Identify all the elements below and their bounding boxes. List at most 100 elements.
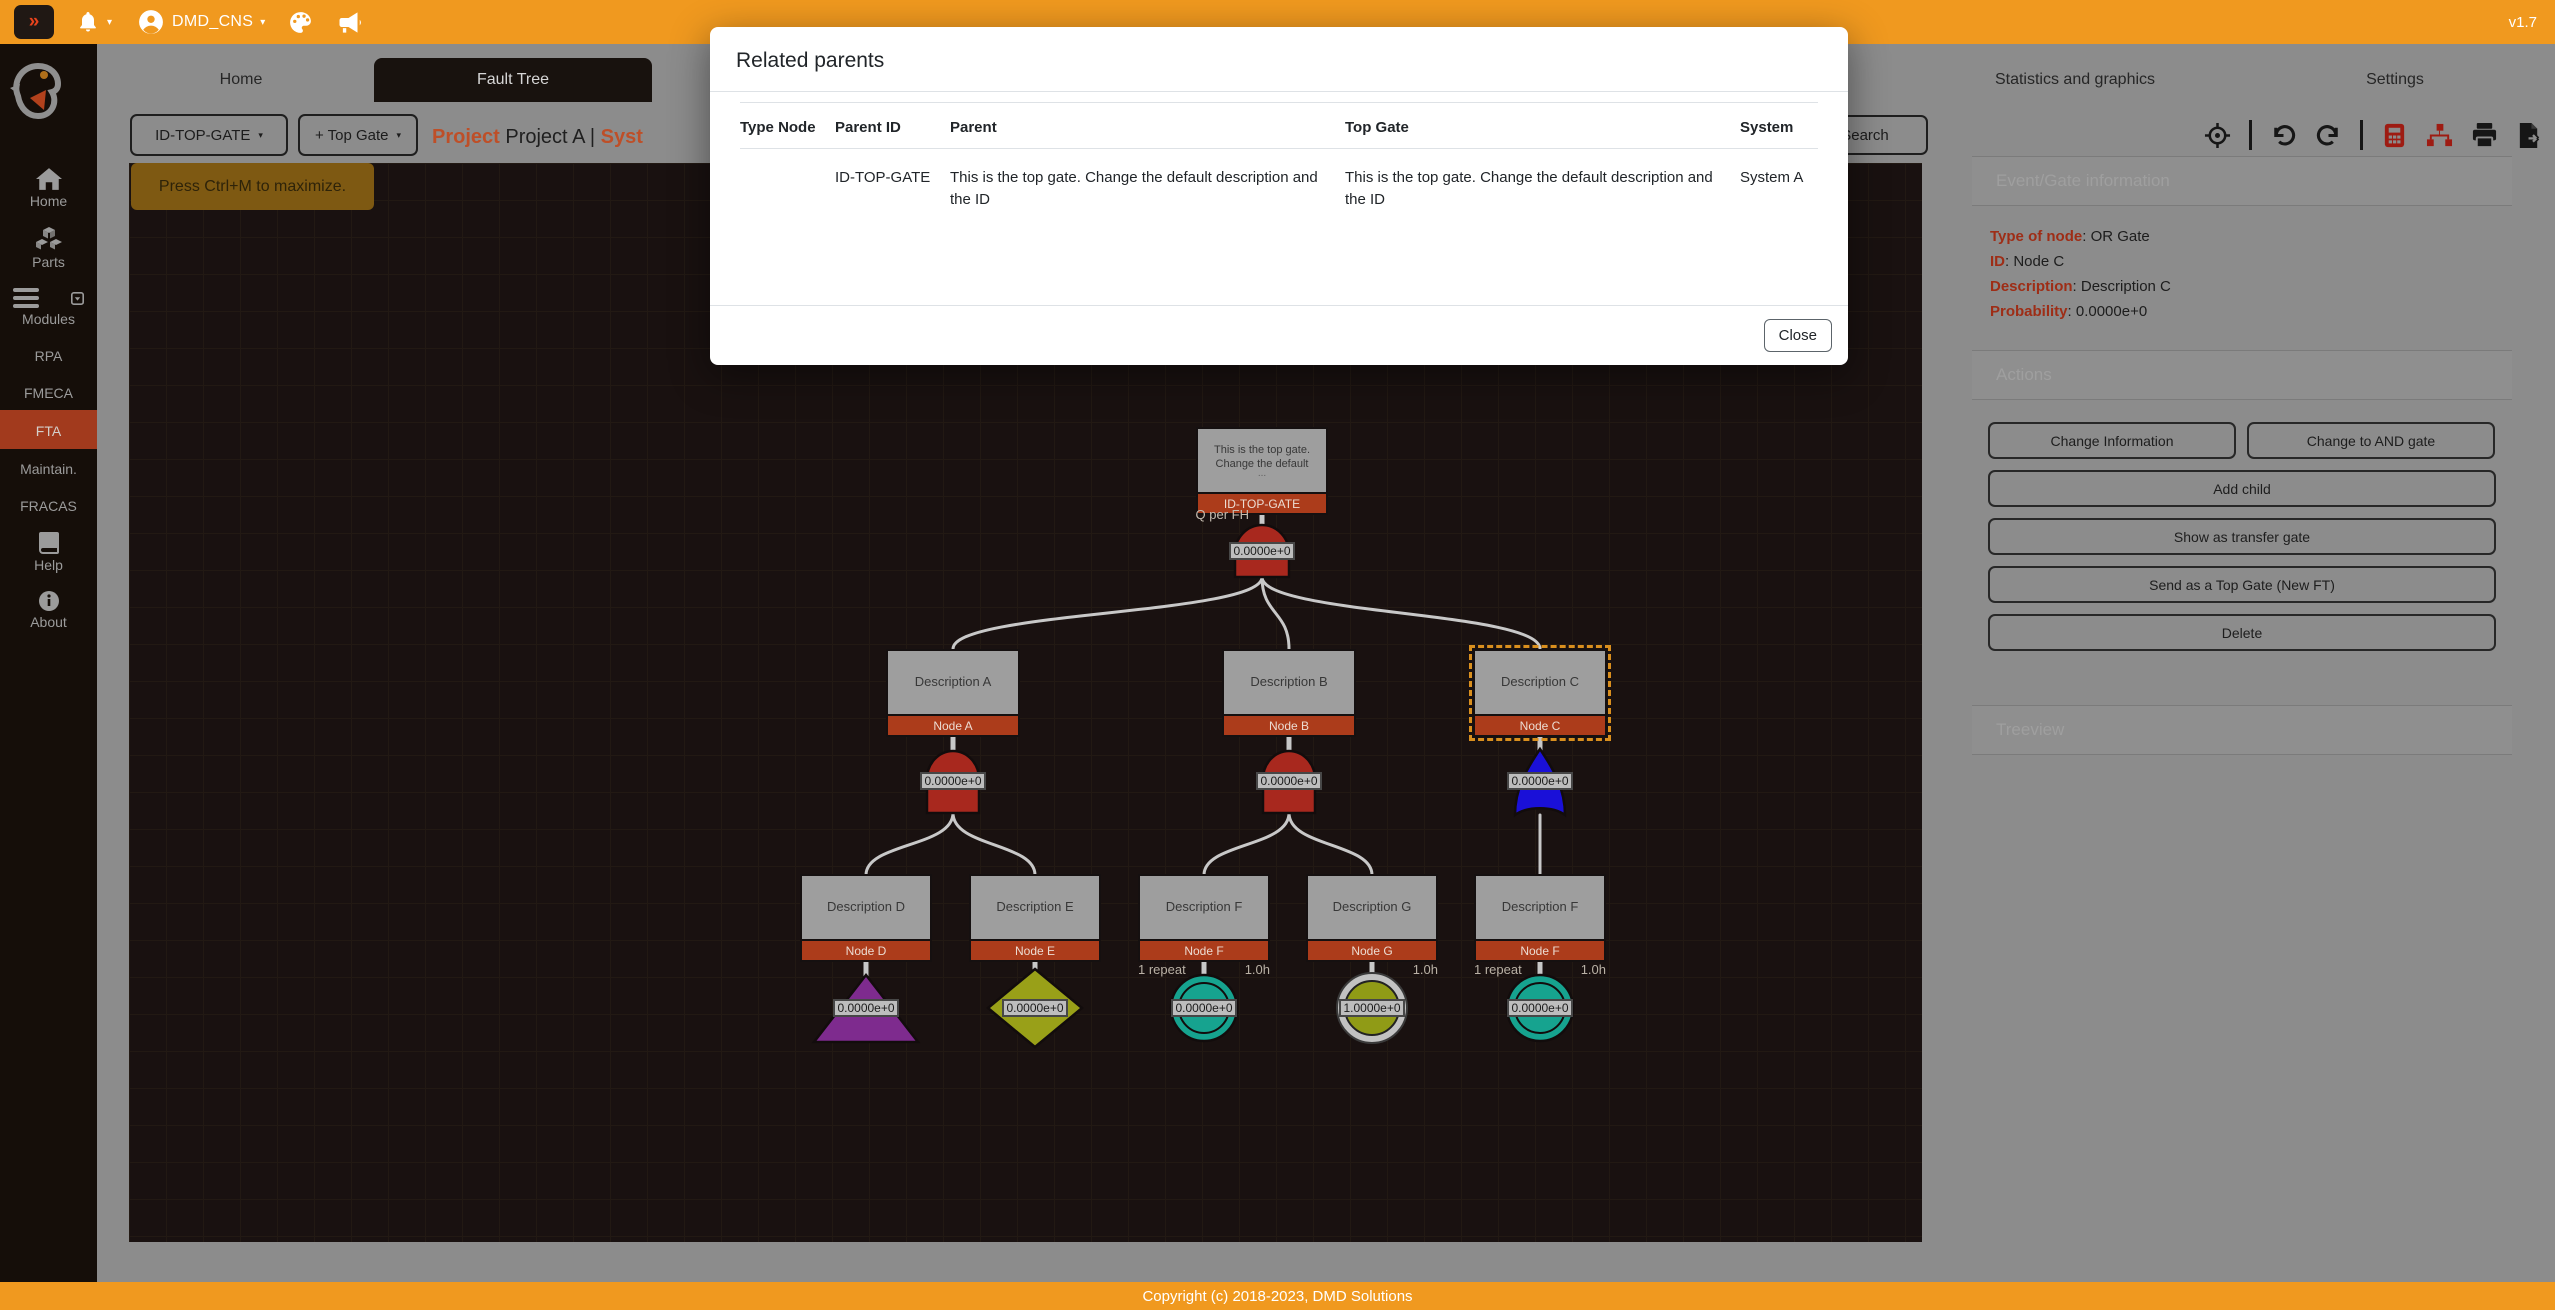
ft-node-b[interactable]: Description B Node B [1222, 649, 1356, 737]
field-type-of-node: Type of node: OR Gate [1990, 228, 2494, 245]
chevron-down-icon: ▾ [258, 130, 263, 141]
sidebar: Home Parts Modules RPA FMECA FTA Maintai… [0, 44, 97, 1282]
node-description: Description C [1475, 651, 1605, 714]
undo-icon[interactable] [2270, 122, 2297, 149]
announcements-button[interactable] [335, 9, 362, 36]
col-parent-id: Parent ID [835, 103, 950, 149]
ft-node-c-selected[interactable]: Description C Node C [1473, 649, 1607, 737]
cell-parent-id: ID-TOP-GATE [835, 149, 950, 221]
close-button[interactable]: Close [1764, 319, 1832, 352]
rate-unit-label: Q per FH [1157, 507, 1249, 522]
col-top-gate: Top Gate [1345, 103, 1740, 149]
chevron-down-icon: ▾ [260, 17, 265, 28]
notifications-menu[interactable]: ▾ [76, 10, 112, 34]
sidebar-item-fta[interactable]: FTA [0, 410, 97, 449]
node-description: Description E [971, 876, 1099, 939]
export-icon[interactable] [2516, 122, 2543, 149]
node-id-band: Node C [1475, 714, 1605, 735]
book-icon [37, 532, 61, 554]
node-id-band: Node F [1140, 939, 1268, 960]
probability-label: 0.0000e+0 [833, 999, 899, 1017]
palette-icon [288, 10, 313, 35]
home-icon [36, 168, 62, 190]
cell-top-gate: This is the top gate. Change the default… [1345, 149, 1740, 221]
double-chevron-icon: » [29, 11, 40, 33]
add-child-button[interactable]: Add child [1988, 470, 2496, 507]
node-id-band: Node G [1308, 939, 1436, 960]
top-gate-select-dropdown[interactable]: ID-TOP-GATE▾ [130, 114, 288, 156]
action-buttons: Change Information Change to AND gate Ad… [1972, 400, 2512, 681]
center-view-icon[interactable] [2204, 122, 2231, 149]
probability-label: 0.0000e+0 [1507, 772, 1573, 790]
user-circle-icon [138, 9, 164, 35]
cut-sets-diagram-icon[interactable] [2426, 122, 2453, 149]
col-system: System [1740, 103, 1818, 149]
maximize-tooltip: Press Ctrl+M to maximize. [131, 163, 374, 210]
sidebar-item-parts[interactable]: Parts [0, 218, 97, 279]
show-as-transfer-gate-button[interactable]: Show as transfer gate [1988, 518, 2496, 555]
theme-button[interactable] [288, 10, 313, 35]
node-description: This is the top gate. Change the default… [1198, 429, 1326, 492]
node-id-band: Node F [1476, 939, 1604, 960]
info-icon [39, 591, 59, 611]
node-id-band: Node B [1224, 714, 1354, 735]
cell-parent: This is the top gate. Change the default… [950, 149, 1345, 221]
add-top-gate-dropdown[interactable]: + Top Gate▾ [298, 114, 418, 156]
node-description: Description G [1308, 876, 1436, 939]
sidebar-item-home[interactable]: Home [0, 159, 97, 218]
sidebar-item-fracas[interactable]: FRACAS [0, 486, 97, 523]
panel-header-info: Event/Gate information [1972, 156, 2512, 206]
probability-label: 0.0000e+0 [1171, 999, 1237, 1017]
tab-settings[interactable]: Settings [2245, 58, 2545, 102]
delete-button[interactable]: Delete [1988, 614, 2496, 651]
sidebar-item-fmeca[interactable]: FMECA [0, 373, 97, 410]
event-annotations-f2: 1 repeat1.0h [1474, 962, 1606, 977]
ft-node-d[interactable]: Description D Node D [800, 874, 932, 962]
megaphone-icon [335, 9, 362, 36]
modal-title: Related parents [710, 27, 1848, 92]
ft-node-e[interactable]: Description E Node E [969, 874, 1101, 962]
probability-label: 0.0000e+0 [1256, 772, 1322, 790]
node-description: Description F [1140, 876, 1268, 939]
cell-type-node [740, 149, 835, 221]
redo-icon[interactable] [2315, 122, 2342, 149]
change-information-button[interactable]: Change Information [1988, 422, 2236, 459]
print-icon[interactable] [2471, 122, 2498, 149]
ft-node-a[interactable]: Description A Node A [886, 649, 1020, 737]
username: DMD_CNS [172, 13, 253, 31]
tab-fault-tree[interactable]: Fault Tree [374, 58, 652, 102]
related-parents-modal: Related parents Type Node Parent ID Pare… [710, 27, 1848, 365]
send-as-top-gate-button[interactable]: Send as a Top Gate (New FT) [1988, 566, 2496, 603]
sidebar-collapse-button[interactable]: » [14, 5, 54, 39]
node-description: Description A [888, 651, 1018, 714]
node-description: Description D [802, 876, 930, 939]
related-parents-table: Type Node Parent ID Parent Top Gate Syst… [740, 102, 1818, 221]
sidebar-item-rpa[interactable]: RPA [0, 336, 97, 373]
modal-footer: Close [710, 305, 1848, 365]
change-to-and-gate-button[interactable]: Change to AND gate [2247, 422, 2495, 459]
chevron-down-icon: ▾ [107, 17, 112, 28]
user-menu[interactable]: DMD_CNS ▾ [138, 9, 266, 35]
event-annotations-f: 1 repeat1.0h [1138, 962, 1270, 977]
toolbar-divider [2360, 120, 2363, 150]
sidebar-item-modules[interactable]: Modules [0, 279, 97, 336]
tab-statistics-and-graphics[interactable]: Statistics and graphics [1925, 58, 2225, 102]
sidebar-item-help[interactable]: Help [0, 523, 97, 582]
ft-node-f[interactable]: Description F Node F [1138, 874, 1270, 962]
node-description: Description B [1224, 651, 1354, 714]
node-info-fields: Type of node: OR Gate ID: Node C Descrip… [1972, 206, 2512, 350]
sidebar-item-maintain[interactable]: Maintain. [0, 449, 97, 486]
field-description: Description: Description C [1990, 278, 2494, 295]
calculate-icon[interactable] [2381, 122, 2408, 149]
node-id-band: Node D [802, 939, 930, 960]
event-info-panel: Event/Gate information Type of node: OR … [1972, 156, 2512, 755]
panel-header-treeview: Treeview [1972, 705, 2512, 755]
ft-node-f2[interactable]: Description F Node F [1474, 874, 1606, 962]
chevron-down-icon: ▾ [397, 130, 402, 141]
tab-home[interactable]: Home [110, 58, 372, 102]
panel-header-actions: Actions [1972, 350, 2512, 400]
cubes-icon [35, 227, 63, 251]
ft-node-top-gate[interactable]: This is the top gate. Change the default… [1196, 427, 1328, 515]
sidebar-item-about[interactable]: About [0, 582, 97, 639]
ft-node-g[interactable]: Description G Node G [1306, 874, 1438, 962]
